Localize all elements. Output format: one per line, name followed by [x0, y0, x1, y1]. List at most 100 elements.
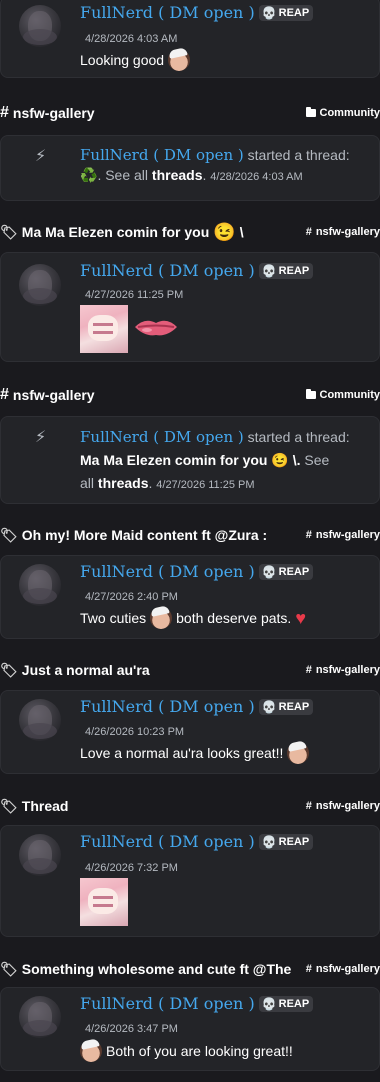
- thread-header: 🏷︎ Thread # nsfw-gallery: [0, 794, 380, 818]
- system-message-card: ⚡︎ FullNerd ( DM open ) started a thread…: [0, 416, 380, 504]
- thread-link[interactable]: Ma Ma Elezen comin for you: [80, 452, 267, 468]
- role-badge[interactable]: 💀 REAP: [258, 698, 314, 715]
- message-text: Both of you are looking great!!: [80, 1040, 293, 1062]
- author-name[interactable]: FullNerd ( DM open ): [80, 3, 255, 22]
- role-badge[interactable]: 💀 REAP: [258, 563, 314, 580]
- folder-icon: [305, 107, 316, 117]
- author-row: FullNerd ( DM open ) 💀 REAP: [80, 994, 314, 1013]
- category-tag[interactable]: Community: [305, 107, 380, 119]
- role-badge[interactable]: 💀 REAP: [258, 262, 314, 279]
- threads-link[interactable]: threads: [98, 475, 149, 491]
- folder-icon: [305, 389, 316, 399]
- sticker-image[interactable]: [80, 878, 128, 926]
- avatar[interactable]: [19, 834, 61, 876]
- thread-icon: 🏷︎: [0, 960, 18, 977]
- role-badge[interactable]: 💀 REAP: [258, 833, 314, 850]
- author-row: FullNerd ( DM open ) 💀 REAP: [80, 832, 314, 851]
- thread-title[interactable]: 🏷︎ Just a normal au'ra: [0, 662, 150, 679]
- message-card: FullNerd ( DM open ) 💀 REAP 4/26/2026 7:3…: [0, 825, 380, 937]
- custom-face-emoji: [150, 607, 173, 629]
- author-row: FullNerd ( DM open ) 💀 REAP: [80, 3, 314, 22]
- heart-emoji: ♥: [295, 607, 307, 628]
- timestamp: 4/28/2026 4:03 AM: [85, 33, 178, 45]
- timestamp: 4/27/2026 2:40 PM: [85, 591, 178, 603]
- system-message-text: FullNerd ( DM open ) started a thread: ♻…: [80, 146, 350, 183]
- message-text: Love a normal au'ra looks great!!: [80, 742, 310, 764]
- author-row: FullNerd ( DM open ) 💀 REAP: [80, 697, 314, 716]
- skull-icon: 💀: [261, 699, 277, 714]
- thread-title[interactable]: 🏷︎ Thread: [0, 798, 68, 815]
- threads-link[interactable]: threads: [152, 167, 203, 183]
- skull-icon: 💀: [261, 996, 277, 1011]
- avatar[interactable]: [19, 264, 61, 306]
- author-row: FullNerd ( DM open ) 💀 REAP: [80, 261, 314, 280]
- thread-icon: 🏷︎: [0, 797, 18, 814]
- thread-title[interactable]: 🏷︎ Oh my! More Maid content ft @Zura :: [0, 527, 267, 544]
- recycle-icon: ♻️: [80, 167, 98, 183]
- thread-icon: 🏷︎: [0, 223, 18, 240]
- channel-tag[interactable]: # nsfw-gallery: [306, 664, 380, 676]
- message-text: Looking good: [80, 49, 191, 71]
- hash-icon: #: [305, 664, 312, 676]
- sticker-image[interactable]: [80, 305, 128, 353]
- hash-icon: #: [305, 800, 312, 812]
- system-message-card: ⚡︎ FullNerd ( DM open ) started a thread…: [0, 135, 380, 201]
- avatar[interactable]: [19, 996, 61, 1038]
- channel-title[interactable]: # nsfw-gallery: [0, 104, 95, 122]
- custom-face-emoji: [168, 49, 191, 71]
- message-card: FullNerd ( DM open ) 💀 REAP 4/28/2026 4:0…: [0, 0, 380, 78]
- thread-icon: 🏷︎: [0, 526, 18, 543]
- timestamp: 4/26/2026 7:32 PM: [85, 862, 178, 874]
- role-badge[interactable]: 💀 REAP: [258, 4, 314, 21]
- hash-icon: #: [305, 226, 312, 238]
- thread-title[interactable]: 🏷︎ Ma Ma Elezen comin for you 😉 \: [0, 222, 244, 243]
- hash-icon: #: [0, 104, 9, 121]
- author-name[interactable]: FullNerd ( DM open ): [80, 146, 244, 164]
- thread-title[interactable]: 🏷︎ Something wholesome and cute ft @The: [0, 961, 291, 978]
- hash-icon: #: [0, 386, 9, 403]
- author-name[interactable]: FullNerd ( DM open ): [80, 832, 255, 851]
- avatar[interactable]: [19, 564, 61, 606]
- system-message-text: FullNerd ( DM open ) started a thread: M…: [80, 428, 350, 491]
- message-card: FullNerd ( DM open ) 💀 REAP 4/27/2026 11:…: [0, 252, 380, 362]
- timestamp: 4/27/2026 11:25 PM: [156, 479, 255, 491]
- author-name[interactable]: FullNerd ( DM open ): [80, 428, 244, 446]
- author-name[interactable]: FullNerd ( DM open ): [80, 562, 255, 581]
- author-row: FullNerd ( DM open ) 💀 REAP: [80, 562, 314, 581]
- channel-header: # nsfw-gallery Community: [0, 383, 380, 407]
- message-card: FullNerd ( DM open ) 💀 REAP 4/26/2026 3:4…: [0, 987, 380, 1071]
- avatar[interactable]: [19, 5, 61, 47]
- thread-header: 🏷︎ Just a normal au'ra # nsfw-gallery: [0, 658, 380, 682]
- thread-header: 🏷︎ Oh my! More Maid content ft @Zura : #…: [0, 523, 380, 547]
- category-tag[interactable]: Community: [305, 389, 380, 401]
- message-card: FullNerd ( DM open ) 💀 REAP 4/26/2026 10:…: [0, 690, 380, 774]
- skull-icon: 💀: [261, 564, 277, 579]
- skull-icon: 💀: [261, 834, 277, 849]
- role-badge[interactable]: 💀 REAP: [258, 995, 314, 1012]
- author-name[interactable]: FullNerd ( DM open ): [80, 261, 255, 280]
- message-text: Two cuties both deserve pats. ♥: [80, 607, 307, 629]
- lips-emoji: [135, 320, 177, 336]
- skull-icon: 💀: [261, 263, 277, 278]
- thread-icon: ⚡︎: [35, 146, 47, 165]
- timestamp: 4/28/2026 4:03 AM: [210, 171, 303, 183]
- channel-tag[interactable]: # nsfw-gallery: [306, 529, 380, 541]
- channel-tag[interactable]: # nsfw-gallery: [306, 226, 380, 238]
- channel-title[interactable]: # nsfw-gallery: [0, 386, 95, 404]
- channel-tag[interactable]: # nsfw-gallery: [306, 963, 380, 975]
- timestamp: 4/26/2026 10:23 PM: [85, 726, 185, 738]
- author-name[interactable]: FullNerd ( DM open ): [80, 697, 255, 716]
- message-card: FullNerd ( DM open ) 💀 REAP 4/27/2026 2:4…: [0, 555, 380, 639]
- timestamp: 4/27/2026 11:25 PM: [85, 289, 184, 301]
- hash-icon: #: [305, 963, 312, 975]
- skull-icon: 💀: [261, 5, 277, 20]
- wink-emoji: 😉: [271, 452, 289, 468]
- custom-face-emoji: [287, 742, 310, 764]
- hash-icon: #: [305, 529, 312, 541]
- avatar[interactable]: [19, 699, 61, 741]
- channel-tag[interactable]: # nsfw-gallery: [306, 800, 380, 812]
- channel-header: # nsfw-gallery Community: [0, 101, 380, 125]
- author-name[interactable]: FullNerd ( DM open ): [80, 994, 255, 1013]
- thread-header: 🏷︎ Ma Ma Elezen comin for you 😉 \ # nsfw…: [0, 220, 380, 244]
- thread-icon: ⚡︎: [35, 427, 47, 446]
